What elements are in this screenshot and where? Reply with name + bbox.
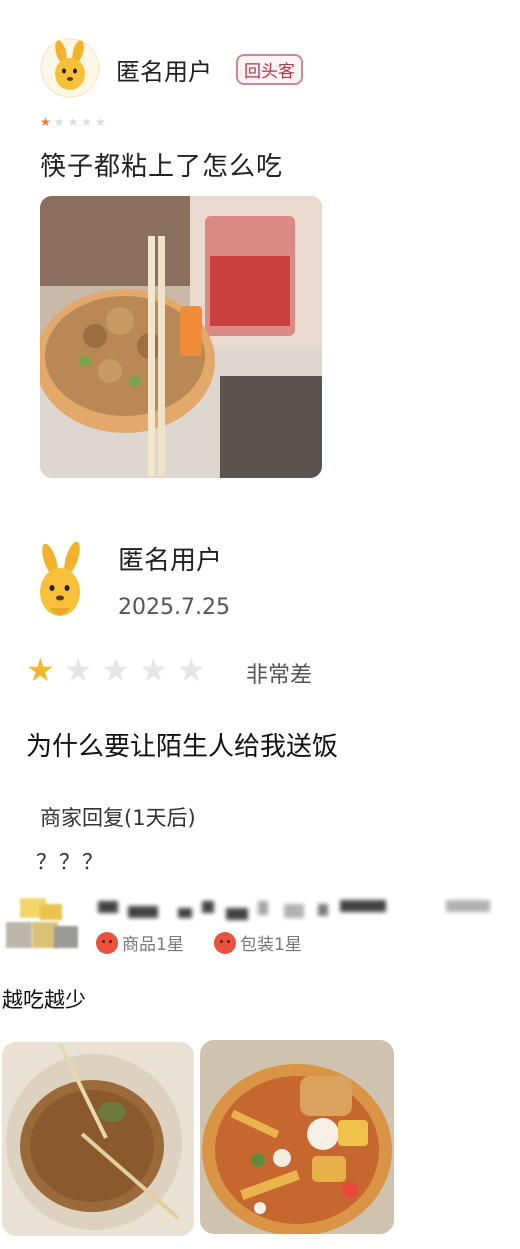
blurred-username [318, 904, 328, 916]
user-name: 匿名用户 [118, 546, 223, 576]
blurred-username [98, 901, 118, 913]
merchant-reply-text: ？？？ [36, 850, 105, 874]
star-icon: ★ [176, 651, 206, 689]
user-name: 匿名用户 [116, 58, 212, 86]
blurred-username [128, 906, 158, 918]
star-icon: ★ [101, 651, 131, 689]
star-icon: ★ [26, 651, 55, 689]
blurred-username [284, 904, 304, 918]
star-rating: ★ ★ ★ ★ ★ [26, 654, 214, 686]
star-icon: ★ [81, 115, 93, 129]
dog-avatar[interactable] [40, 38, 100, 98]
star-icon: ★ [95, 115, 106, 129]
avatar[interactable] [6, 894, 80, 968]
blurred-username [226, 908, 248, 920]
blurred-username [340, 900, 386, 912]
star-icon: ★ [139, 651, 168, 689]
angry-face-icon [96, 931, 118, 954]
tag-label: 包装1星 [240, 935, 302, 955]
review-date: 2025.7.25 [118, 595, 230, 620]
blurred-username [258, 901, 268, 915]
star-rating: ★ ★ ★ ★ ★ [40, 116, 109, 128]
tag-label: 商品1星 [122, 935, 184, 955]
blurred-username [446, 900, 490, 912]
star-icon: ★ [40, 115, 51, 129]
angry-face-icon [214, 931, 236, 954]
star-icon: ★ [53, 115, 65, 129]
packaging-rating-tag: 包装1星 [214, 930, 302, 955]
product-rating-tag: 商品1星 [96, 930, 184, 955]
review-comment: 为什么要让陌生人给我送饭 [26, 732, 339, 762]
returning-customer-badge: 回头客 [236, 54, 303, 85]
food-photo[interactable] [2, 1042, 194, 1236]
merchant-reply-label: 商家回复(1天后) [40, 806, 196, 830]
review-comment: 越吃越少 [2, 988, 86, 1012]
food-photo[interactable] [40, 196, 322, 478]
rating-text: 非常差 [246, 663, 313, 688]
blurred-username [202, 901, 214, 913]
star-icon: ★ [63, 651, 93, 689]
blurred-username [178, 908, 192, 918]
review-comment: 筷子都粘上了怎么吃 [40, 152, 284, 182]
food-photo[interactable] [200, 1040, 394, 1234]
star-icon: ★ [67, 115, 79, 129]
dog-avatar[interactable] [24, 540, 96, 624]
